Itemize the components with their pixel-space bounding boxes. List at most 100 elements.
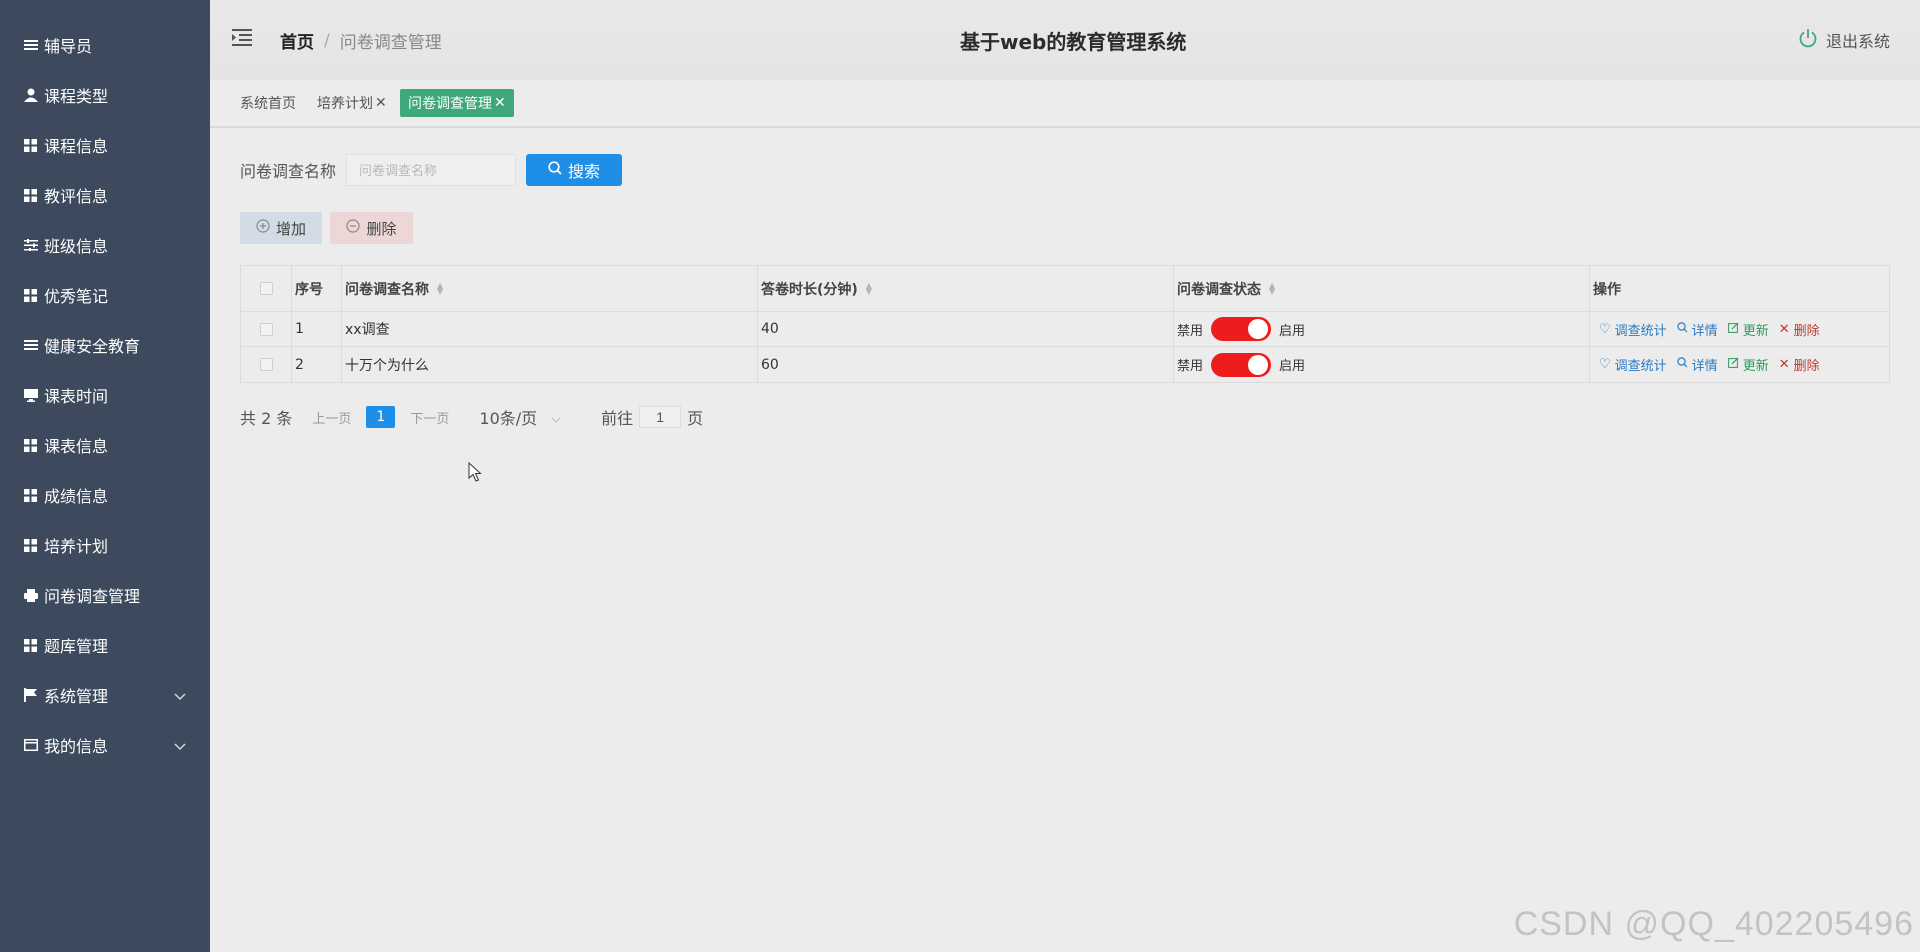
sidebar-item-class[interactable]: 班级信息 xyxy=(0,223,210,267)
heart-icon: ♡ xyxy=(1599,357,1611,372)
op-label: 调查统计 xyxy=(1614,359,1667,374)
sidebar-item-notes[interactable]: 优秀笔记 xyxy=(0,273,210,317)
tag-label: 培养计划 xyxy=(317,96,373,112)
select-all-checkbox[interactable] xyxy=(259,282,273,295)
grid-icon xyxy=(24,138,42,152)
toggle-knob xyxy=(1248,354,1269,375)
table-row: 1 xx调查 40 禁用 启用 ♡ 调查统计 详情 更新 ✕ 删除 xyxy=(241,312,1889,347)
delete-button[interactable]: 删除 xyxy=(330,212,413,244)
detail-link[interactable]: 详情 xyxy=(1676,355,1718,374)
close-icon[interactable]: ✕ xyxy=(494,95,506,111)
header-label: 序号 xyxy=(295,281,323,298)
header-name[interactable]: 问卷调查名称 ▲ ▼ xyxy=(342,266,758,311)
op-label: 详情 xyxy=(1691,323,1718,339)
sidebar-item-label: 课表信息 xyxy=(44,437,109,456)
logout-button[interactable]: 退出系统 xyxy=(1798,28,1890,52)
delete-button-label: 删除 xyxy=(366,219,397,238)
list-icon xyxy=(24,39,42,51)
sort-icon[interactable]: ▲ ▼ xyxy=(1269,281,1275,295)
grid-icon xyxy=(24,638,42,652)
row-checkbox[interactable] xyxy=(259,358,273,371)
sidebar-item-label: 题库管理 xyxy=(44,637,109,656)
goto-prefix: 前往 xyxy=(601,409,634,428)
toggle-knob xyxy=(1248,319,1269,339)
row-checkbox[interactable] xyxy=(259,322,273,336)
edit-icon xyxy=(1727,357,1739,372)
table-header-row: 序号 问卷调查名称 ▲ ▼ 答卷时长(分钟) ▲ ▼ 问卷调查状态 ▲ ▼ 操作 xyxy=(241,266,1889,312)
sidebar-item-question-bank[interactable]: 题库管理 xyxy=(0,623,210,667)
sidebar-item-schedule-info[interactable]: 课表信息 xyxy=(0,423,210,467)
op-label: 调查统计 xyxy=(1614,323,1667,339)
remove-link[interactable]: ✕ 删除 xyxy=(1779,320,1820,339)
table-row: 2 十万个为什么 60 禁用 启用 ♡ 调查统计 详情 更新 ✕ 删除 xyxy=(241,347,1889,382)
goto-suffix: 页 xyxy=(687,409,704,428)
search-input[interactable] xyxy=(346,154,516,186)
sidebar-item-evaluation[interactable]: 教评信息 xyxy=(0,173,210,217)
breadcrumb-current: 问卷调查管理 xyxy=(339,33,442,53)
tag-label: 问卷调查管理 xyxy=(408,96,492,112)
sliders-icon xyxy=(24,239,42,251)
tag-survey[interactable]: 问卷调查管理 ✕ xyxy=(400,89,514,117)
cell-status: 禁用 启用 xyxy=(1174,347,1590,382)
sidebar-item-my-info[interactable]: 我的信息 xyxy=(0,723,210,767)
page-number-current[interactable]: 1 xyxy=(366,406,396,428)
cell-actions: ♡ 调查统计 详情 更新 ✕ 删除 xyxy=(1590,347,1889,382)
sidebar-item-course-info[interactable]: 课程信息 xyxy=(0,123,210,167)
sidebar-item-label: 辅导员 xyxy=(44,37,93,56)
grid-icon xyxy=(24,538,42,552)
sidebar-item-counselor[interactable]: 辅导员 xyxy=(0,23,210,67)
select-all-cell xyxy=(241,266,292,311)
sort-icon[interactable]: ▲ ▼ xyxy=(437,281,443,295)
sort-icon[interactable]: ▲ ▼ xyxy=(866,281,872,295)
search-button[interactable]: 搜索 xyxy=(526,154,622,186)
cell-duration: 40 xyxy=(758,312,1174,346)
close-icon: ✕ xyxy=(1778,321,1790,337)
cell-index: 2 xyxy=(292,347,342,382)
sidebar-item-schedule-time[interactable]: 课表时间 xyxy=(0,373,210,417)
cell-name: 十万个为什么 xyxy=(342,347,758,382)
collapse-menu-icon[interactable] xyxy=(232,28,252,50)
row-select-cell xyxy=(241,347,292,382)
stat-link[interactable]: ♡ 调查统计 xyxy=(1599,355,1667,374)
breadcrumb-home[interactable]: 首页 xyxy=(280,28,314,53)
sidebar-item-training-plan[interactable]: 培养计划 xyxy=(0,523,210,567)
header-actions: 操作 xyxy=(1590,266,1889,311)
sidebar-item-label: 健康安全教育 xyxy=(44,337,141,356)
detail-link[interactable]: 详情 xyxy=(1676,320,1718,339)
op-label: 更新 xyxy=(1742,323,1769,339)
tag-home[interactable]: 系统首页 xyxy=(232,89,304,117)
tag-training-plan[interactable]: 培养计划 ✕ xyxy=(309,89,395,117)
sidebar-item-system[interactable]: 系统管理 xyxy=(0,673,210,717)
print-icon xyxy=(24,588,42,602)
update-link[interactable]: 更新 xyxy=(1727,320,1769,339)
minus-circle-icon xyxy=(346,219,361,237)
header-status[interactable]: 问卷调查状态 ▲ ▼ xyxy=(1174,266,1590,311)
sidebar-item-health[interactable]: 健康安全教育 xyxy=(0,323,210,367)
goto-page-input[interactable] xyxy=(639,406,682,428)
card-icon xyxy=(24,739,42,751)
page-size-value: 10条/页 xyxy=(479,409,538,428)
stat-link[interactable]: ♡ 调查统计 xyxy=(1599,320,1667,339)
header-duration[interactable]: 答卷时长(分钟) ▲ ▼ xyxy=(758,266,1174,311)
sidebar-item-label: 班级信息 xyxy=(44,237,109,256)
grid-icon xyxy=(24,488,42,502)
sidebar-item-label: 教评信息 xyxy=(44,187,109,206)
next-page-button[interactable]: 下一页 xyxy=(410,408,449,427)
grid-icon xyxy=(24,438,42,452)
sidebar-item-course-type[interactable]: 课程类型 xyxy=(0,73,210,117)
close-icon[interactable]: ✕ xyxy=(375,95,387,111)
update-link[interactable]: 更新 xyxy=(1727,355,1769,374)
heart-icon: ♡ xyxy=(1599,321,1611,337)
sidebar-item-grades[interactable]: 成绩信息 xyxy=(0,473,210,517)
sidebar-item-survey[interactable]: 问卷调查管理 xyxy=(0,573,210,617)
add-button[interactable]: 增加 xyxy=(240,212,322,244)
header-label: 问卷调查名称 xyxy=(345,281,429,298)
status-toggle[interactable] xyxy=(1211,352,1272,377)
page-size-select[interactable]: 10条/页 xyxy=(479,405,561,429)
status-toggle[interactable] xyxy=(1211,317,1272,341)
tags-bar: 系统首页 培养计划 ✕ 问卷调查管理 ✕ xyxy=(210,80,1920,128)
remove-link[interactable]: ✕ 删除 xyxy=(1779,355,1820,374)
survey-table: 序号 问卷调查名称 ▲ ▼ 答卷时长(分钟) ▲ ▼ 问卷调查状态 ▲ ▼ 操作 1 xx调… xyxy=(240,265,1890,383)
grid-icon xyxy=(24,188,42,202)
prev-page-button[interactable]: 上一页 xyxy=(312,408,351,427)
